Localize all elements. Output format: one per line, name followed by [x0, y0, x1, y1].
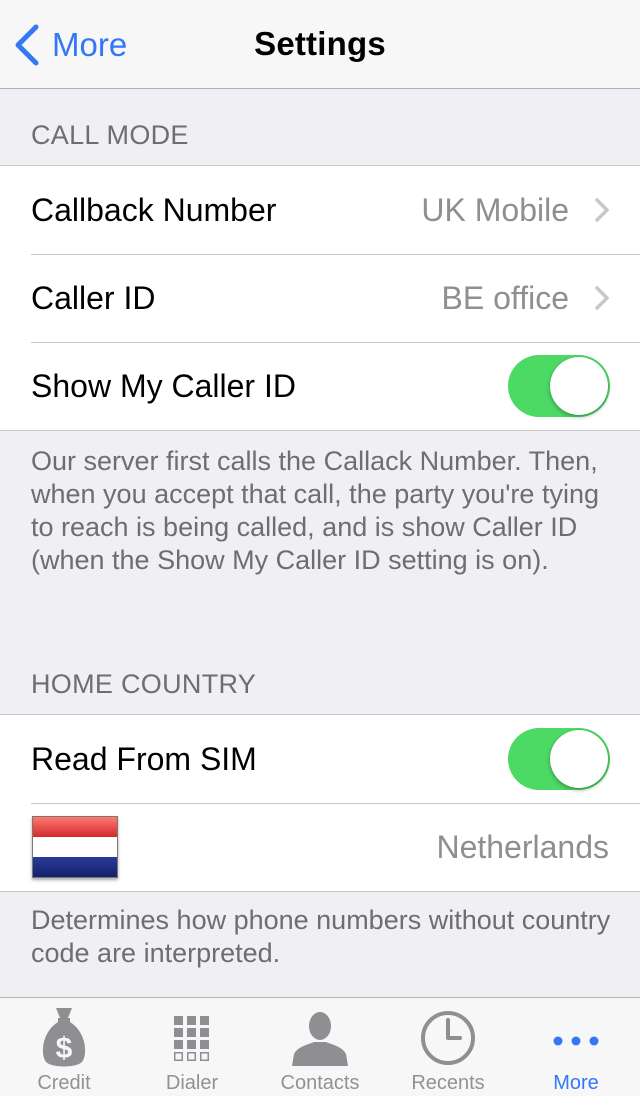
chevron-right-icon: [595, 198, 609, 222]
home-country-footer: Determines how phone numbers without cou…: [31, 905, 611, 968]
tab-dialer-label: Dialer: [165, 1072, 219, 1094]
callback-number-value: UK Mobile: [421, 191, 569, 228]
caller-id-label: Caller ID: [31, 279, 156, 316]
keypad-icon: [174, 1016, 209, 1061]
page-title: Settings: [254, 25, 386, 62]
section-header-home-country: HOME COUNTRY: [31, 669, 257, 699]
tab-bar: $ Credit Dialer Contacts Recents More: [0, 997, 640, 1096]
read-from-sim-row: Read From SIM: [0, 715, 640, 803]
country-value: Netherlands: [436, 828, 609, 865]
callback-number-label: Callback Number: [31, 191, 277, 228]
person-icon: [292, 1012, 348, 1066]
home-country-group: Read From SIM Netherlands: [0, 714, 640, 892]
tab-recents-label: Recents: [411, 1072, 485, 1094]
caller-id-row[interactable]: Caller ID BE office: [0, 254, 640, 342]
toggle-knob: [550, 357, 608, 415]
tab-credit[interactable]: $ Credit: [0, 998, 128, 1096]
read-from-sim-toggle[interactable]: [508, 728, 610, 790]
clock-icon: [421, 1011, 475, 1065]
tab-more[interactable]: More: [512, 998, 640, 1096]
navigation-bar: More Settings: [0, 0, 640, 89]
netherlands-flag-icon: [32, 816, 118, 878]
callback-number-row[interactable]: Callback Number UK Mobile: [0, 166, 640, 254]
caller-id-value: BE office: [441, 279, 569, 316]
tab-credit-label: Credit: [37, 1072, 91, 1094]
svg-text:$: $: [56, 1032, 73, 1065]
toggle-knob: [550, 730, 608, 788]
country-row[interactable]: Netherlands: [0, 803, 640, 891]
show-caller-id-row: Show My Caller ID: [0, 342, 640, 430]
more-dots-icon: [553, 1036, 599, 1046]
call-mode-group: Callback Number UK Mobile Caller ID BE o…: [0, 165, 640, 431]
tab-recents[interactable]: Recents: [384, 998, 512, 1096]
money-bag-icon: $: [42, 1008, 86, 1067]
call-mode-footer: Our server first calls the Callack Numbe…: [31, 446, 599, 575]
read-from-sim-label: Read From SIM: [31, 740, 257, 777]
tab-contacts-label: Contacts: [280, 1072, 360, 1094]
chevron-right-icon: [595, 286, 609, 310]
tab-more-label: More: [553, 1072, 599, 1094]
show-caller-id-label: Show My Caller ID: [31, 367, 296, 404]
tab-contacts[interactable]: Contacts: [256, 998, 384, 1096]
tab-dialer[interactable]: Dialer: [128, 998, 256, 1096]
section-header-call-mode: CALL MODE: [31, 120, 189, 150]
show-caller-id-toggle[interactable]: [508, 355, 610, 417]
